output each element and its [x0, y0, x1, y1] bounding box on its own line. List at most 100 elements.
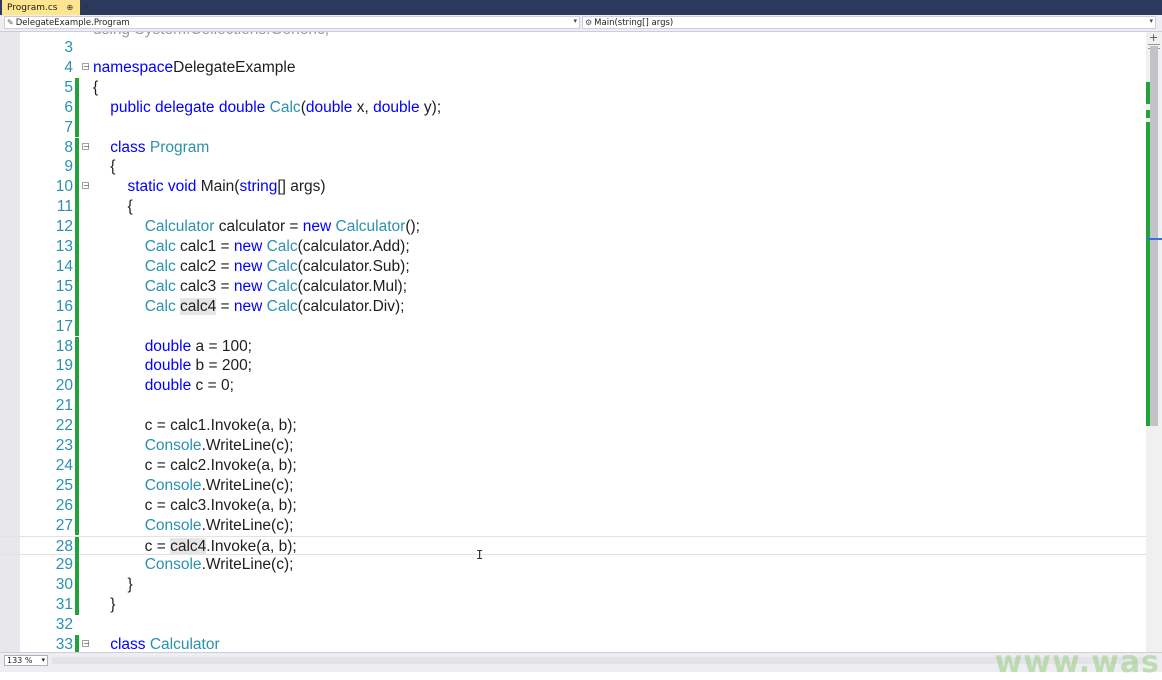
- collapse-icon[interactable]: −: [82, 182, 90, 190]
- code-line[interactable]: 9 {: [0, 157, 1146, 178]
- watermark: www.was: [994, 645, 1160, 680]
- tab-program-cs[interactable]: Program.cs ⊕ ✕: [2, 0, 90, 15]
- line-number: 21: [55, 397, 73, 415]
- code-line[interactable]: 29 Console.WriteLine(c);: [0, 555, 1146, 576]
- method-icon: ⚙: [585, 18, 593, 27]
- code-text: Console.WriteLine(c);: [144, 516, 294, 534]
- change-bar: [75, 177, 79, 198]
- code-line[interactable]: 7: [0, 117, 1146, 138]
- code-line[interactable]: 13 Calc calc1 = new Calc(calculator.Add)…: [0, 237, 1146, 257]
- change-bar: [75, 455, 79, 476]
- change-bar: [75, 137, 79, 158]
- code-line[interactable]: 4 − namespaceDelegateExample: [0, 58, 1146, 78]
- change-bar: [75, 256, 79, 277]
- collapse-icon[interactable]: −: [82, 142, 90, 150]
- code-line[interactable]: 20 double c = 0;: [0, 376, 1146, 397]
- line-number: 4: [64, 58, 73, 76]
- code-line[interactable]: 27 Console.WriteLine(c);: [0, 515, 1146, 536]
- chevron-down-icon: ▾: [41, 656, 45, 664]
- code-line[interactable]: 6 public delegate double Calc(double x, …: [0, 97, 1146, 118]
- type-dropdown[interactable]: ✎ DelegateExample.Program ▾: [4, 16, 580, 29]
- member-dropdown-value: Main(string[] args): [594, 17, 674, 28]
- line-number: 12: [55, 218, 73, 236]
- code-line[interactable]: 5{: [0, 77, 1146, 98]
- code-line[interactable]: 25 Console.WriteLine(c);: [0, 475, 1146, 496]
- line-number: 3: [64, 39, 73, 56]
- change-bar: [75, 296, 79, 317]
- change-bar: [75, 237, 79, 257]
- collapse-icon[interactable]: −: [82, 640, 90, 648]
- change-bar: [75, 495, 79, 516]
- pin-icon[interactable]: ⊕: [66, 3, 73, 12]
- code-line[interactable]: 26 c = calc3.Invoke(a, b);: [0, 495, 1146, 516]
- line-number: 17: [55, 317, 73, 335]
- code-text: Console.WriteLine(c);: [144, 476, 294, 494]
- line-number: 30: [55, 576, 73, 594]
- code-line[interactable]: 33 − class Calculator: [0, 635, 1146, 652]
- code-line[interactable]: 23 Console.WriteLine(c);: [0, 436, 1146, 456]
- horizontal-scrollbar[interactable]: [52, 657, 1146, 664]
- code-text: Calc calc2 = new Calc(calculator.Sub);: [144, 257, 410, 275]
- code-line[interactable]: 19 double b = 200;: [0, 356, 1146, 377]
- code-text: c = calc3.Invoke(a, b);: [93, 496, 297, 514]
- collapse-icon[interactable]: −: [82, 62, 90, 70]
- code-text: c = calc2.Invoke(a, b);: [93, 456, 297, 474]
- code-line[interactable]: 15 Calc calc3 = new Calc(calculator.Mul)…: [0, 276, 1146, 297]
- chevron-down-icon: ▾: [1149, 17, 1153, 25]
- change-bar: [75, 595, 79, 616]
- close-icon[interactable]: ✕: [81, 2, 89, 13]
- line-number: 23: [55, 437, 73, 454]
- zoom-dropdown[interactable]: 133 % ▾: [4, 655, 48, 666]
- code-line[interactable]: 14 Calc calc2 = new Calc(calculator.Sub)…: [0, 256, 1146, 277]
- code-line[interactable]: 8 − class Program: [0, 137, 1146, 158]
- change-bar: [75, 97, 79, 118]
- line-number: 10: [55, 178, 73, 196]
- code-text: Calc calc4 = new Calc(calculator.Div);: [144, 297, 405, 315]
- change-bar: [75, 197, 79, 218]
- line-number: 14: [55, 257, 73, 275]
- code-line[interactable]: 3: [0, 38, 1146, 58]
- change-bar: [75, 575, 79, 596]
- change-bar: [75, 356, 79, 377]
- code-line[interactable]: 11 {: [0, 197, 1146, 218]
- code-text: static void Main(string[] args): [127, 178, 326, 196]
- scrollbar-thumb[interactable]: [1150, 46, 1158, 426]
- code-line[interactable]: 30 }: [0, 575, 1146, 596]
- change-bar: [75, 536, 79, 557]
- zoom-value: 133 %: [7, 656, 33, 665]
- code-text: c = calc4.Invoke(a, b);: [93, 537, 297, 555]
- code-editor[interactable]: using System.Collections.Generic; 34−nam…: [0, 32, 1146, 652]
- tab-title: Program.cs: [7, 2, 58, 13]
- line-number: 27: [55, 516, 73, 534]
- line-number: 25: [55, 476, 73, 494]
- member-dropdown[interactable]: ⚙ Main(string[] args) ▾: [582, 16, 1156, 29]
- code-line[interactable]: 32: [0, 615, 1146, 635]
- code-line[interactable]: 18 double a = 100;: [0, 336, 1146, 357]
- line-number: 5: [64, 78, 73, 96]
- code-line[interactable]: 21: [0, 396, 1146, 417]
- code-text: c = calc1.Invoke(a, b);: [93, 417, 297, 435]
- code-line[interactable]: 28 c = calc4.Invoke(a, b);: [0, 535, 1146, 557]
- vertical-scrollbar[interactable]: +: [1146, 31, 1162, 652]
- code-line[interactable]: 24 c = calc2.Invoke(a, b);: [0, 455, 1146, 476]
- change-bar: [75, 396, 79, 417]
- line-number: 26: [55, 496, 73, 514]
- line-number: 19: [55, 357, 73, 375]
- code-text: public delegate double Calc(double x, do…: [110, 98, 442, 116]
- line-number: 11: [56, 198, 73, 216]
- change-bar: [75, 77, 79, 98]
- code-line[interactable]: 16 Calc calc4 = new Calc(calculator.Div)…: [0, 296, 1146, 317]
- caret-position-marker: [1146, 238, 1162, 240]
- code-line[interactable]: 31 }: [0, 595, 1146, 616]
- code-line[interactable]: 22 c = calc1.Invoke(a, b);: [0, 416, 1146, 436]
- line-number: 20: [55, 377, 73, 395]
- code-line[interactable]: 10 − static void Main(string[] args): [0, 177, 1146, 198]
- line-number: 22: [55, 417, 73, 435]
- plus-icon[interactable]: +: [1149, 31, 1158, 44]
- change-bar: [75, 276, 79, 297]
- code-line[interactable]: 12 Calculator calculator = new Calculato…: [0, 217, 1146, 237]
- code-text: Console.WriteLine(c);: [144, 556, 294, 574]
- change-bar: [75, 336, 79, 357]
- line-number: 33: [55, 636, 73, 652]
- code-line[interactable]: 17: [0, 316, 1146, 337]
